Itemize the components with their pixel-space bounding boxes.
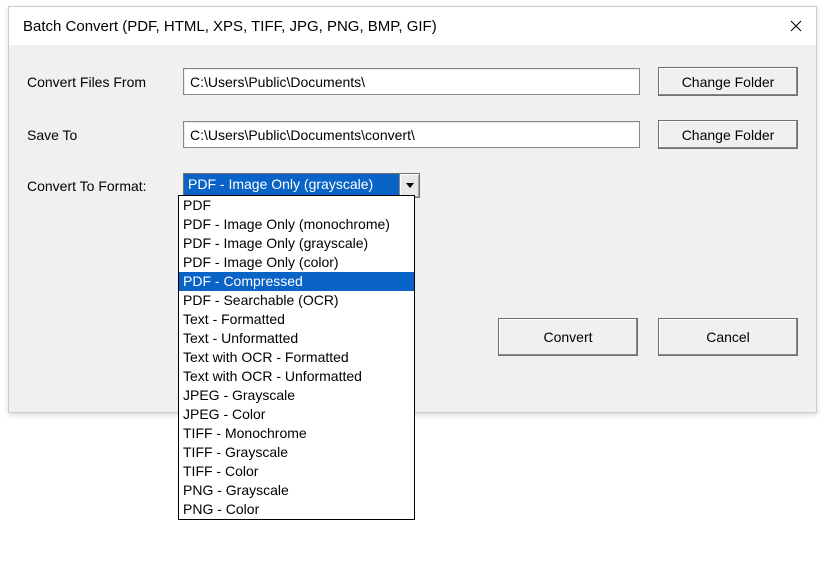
format-option[interactable]: TIFF - Grayscale: [179, 443, 414, 462]
label-format: Convert To Format:: [27, 178, 183, 194]
combo-arrow-button[interactable]: [399, 174, 419, 197]
close-button[interactable]: [776, 7, 816, 45]
format-option[interactable]: PDF - Image Only (color): [179, 253, 414, 272]
format-option[interactable]: TIFF - Color: [179, 462, 414, 481]
format-option[interactable]: PDF - Compressed: [179, 272, 414, 291]
format-option[interactable]: PDF: [179, 196, 414, 215]
format-option[interactable]: PDF - Image Only (monochrome): [179, 215, 414, 234]
format-option[interactable]: PNG - Grayscale: [179, 481, 414, 500]
format-option[interactable]: TIFF - Monochrome: [179, 424, 414, 443]
format-dropdown-list[interactable]: PDFPDF - Image Only (monochrome)PDF - Im…: [178, 195, 415, 520]
titlebar: Batch Convert (PDF, HTML, XPS, TIFF, JPG…: [9, 7, 816, 45]
format-option[interactable]: JPEG - Grayscale: [179, 386, 414, 405]
input-save-to[interactable]: [183, 121, 640, 148]
format-option[interactable]: Text with OCR - Unformatted: [179, 367, 414, 386]
format-option[interactable]: JPEG - Color: [179, 405, 414, 424]
row-save-to: Save To Change Folder: [27, 120, 798, 149]
change-folder-saveto-button[interactable]: Change Folder: [658, 120, 798, 149]
format-option[interactable]: Text - Unformatted: [179, 329, 414, 348]
input-convert-from[interactable]: [183, 68, 640, 95]
cancel-button[interactable]: Cancel: [658, 318, 798, 356]
format-option[interactable]: PDF - Image Only (grayscale): [179, 234, 414, 253]
format-option[interactable]: Text - Formatted: [179, 310, 414, 329]
format-option[interactable]: Text with OCR - Formatted: [179, 348, 414, 367]
change-folder-from-button[interactable]: Change Folder: [658, 67, 798, 96]
format-option[interactable]: PNG - Color: [179, 500, 414, 519]
convert-button[interactable]: Convert: [498, 318, 638, 356]
chevron-down-icon: [406, 183, 414, 188]
window-title: Batch Convert (PDF, HTML, XPS, TIFF, JPG…: [23, 18, 802, 35]
format-selected-text: PDF - Image Only (grayscale): [184, 174, 399, 197]
close-icon: [790, 20, 802, 32]
label-convert-from: Convert Files From: [27, 74, 183, 90]
format-option[interactable]: PDF - Searchable (OCR): [179, 291, 414, 310]
label-save-to: Save To: [27, 127, 183, 143]
row-convert-from: Convert Files From Change Folder: [27, 67, 798, 96]
